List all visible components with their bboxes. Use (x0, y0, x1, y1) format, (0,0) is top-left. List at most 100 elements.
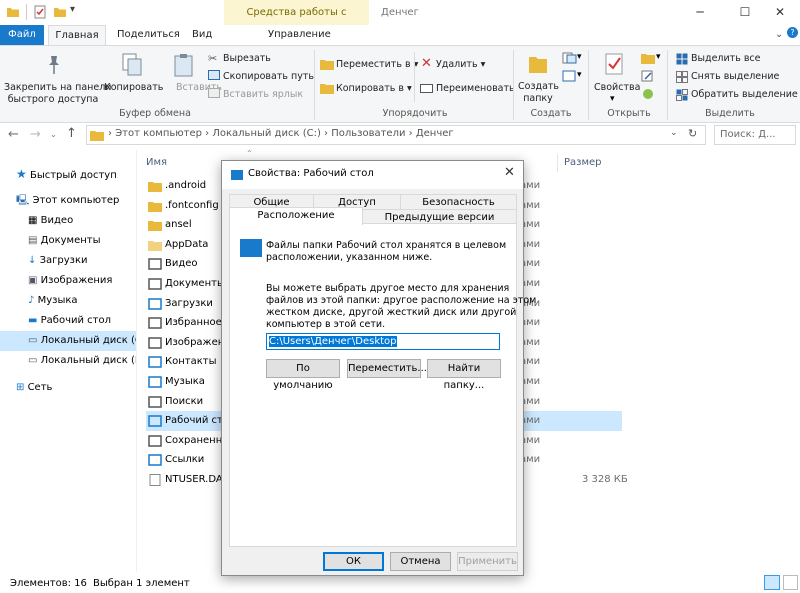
easy-access-dropdown-icon[interactable]: ▾ (577, 70, 582, 80)
move-button[interactable]: Переместить... (347, 359, 427, 378)
tab-location[interactable]: Расположение (229, 207, 363, 225)
copy-path-icon (208, 70, 220, 80)
location-path-value: C:\Users\Денчег\Desktop (269, 336, 397, 347)
special-folder-icon (148, 415, 162, 427)
details-view-icon[interactable] (764, 575, 780, 590)
file-name: Поиски (165, 395, 204, 407)
tab-view[interactable]: Вид (192, 25, 212, 45)
move-to-button[interactable]: Переместить в ▾ (336, 59, 418, 70)
rename-button[interactable]: Переименовать (436, 83, 515, 94)
address-dropdown-icon[interactable]: ⌄ (670, 128, 678, 138)
open-icon[interactable] (641, 52, 655, 64)
nav-pictures[interactable]: ▣ Изображения (28, 271, 136, 291)
location-path-input[interactable]: C:\Users\Денчег\Desktop (266, 333, 500, 350)
cancel-button[interactable]: Отмена (390, 552, 451, 571)
large-icons-view-icon[interactable] (783, 575, 798, 590)
special-folder-icon (148, 435, 162, 447)
paste-shortcut-button[interactable]: Вставить ярлык (223, 89, 303, 100)
find-folder-button[interactable]: Найти папку... (427, 359, 501, 391)
maximize-button[interactable]: ☐ (725, 0, 765, 25)
dialog-close-button[interactable]: ✕ (504, 165, 515, 180)
apply-button[interactable]: Применить (457, 552, 518, 571)
nav-quick-access[interactable]: ★ Быстрый доступ (16, 164, 136, 184)
new-folder-icon[interactable] (53, 5, 67, 19)
move-to-label: Переместить в (336, 59, 411, 70)
recent-dropdown-icon[interactable]: ⌄ (50, 130, 57, 139)
nav-videos-label: Видео (40, 215, 74, 226)
search-input[interactable]: Поиск: Д... (714, 125, 796, 145)
properties-icon[interactable] (33, 5, 47, 19)
window-title: Денчег (381, 7, 419, 18)
computer-icon: 🖳 (16, 195, 30, 206)
nav-documents[interactable]: ▤ Документы (28, 231, 136, 251)
qa-dropdown-icon[interactable]: ▾ (70, 4, 75, 15)
ok-button[interactable]: ОК (323, 552, 384, 571)
folder-icon (148, 240, 162, 251)
tab-home[interactable]: Главная (48, 25, 106, 46)
cut-button[interactable]: Вырезать (223, 53, 271, 64)
special-folder-icon (148, 297, 162, 310)
properties-icon (605, 53, 623, 75)
info-line-1: Файлы папки Рабочий стол хранятся в целе… (266, 240, 507, 251)
close-button[interactable]: ✕ (760, 0, 800, 25)
desktop-folder-icon (231, 170, 243, 180)
breadcrumb-drive-c[interactable]: Локальный диск (C:) (212, 128, 321, 139)
back-arrow-icon[interactable]: ← (8, 127, 19, 142)
select-all-button[interactable]: Выделить все (691, 53, 761, 64)
invert-selection-button[interactable]: Обратить выделение (691, 89, 798, 100)
properties-dialog: Свойства: Рабочий стол ✕ Общие Доступ Бе… (221, 160, 536, 576)
nav-downloads[interactable]: ↓ Загрузки (28, 251, 136, 271)
paste-icon (174, 54, 193, 77)
properties-button[interactable]: Свойства (594, 82, 640, 93)
copy-path-button[interactable]: Скопировать путь (223, 71, 314, 82)
new-folder-button[interactable]: Создать папку (518, 81, 559, 105)
ribbon-separator (588, 50, 589, 120)
file-name: .android (165, 180, 207, 191)
nav-desktop[interactable]: ▬ Рабочий стол (28, 311, 136, 331)
desktop-icon: ▬ (28, 315, 38, 326)
pin-quick-access-button[interactable]: Закрепить на панели быстрого доступа (4, 82, 111, 106)
nav-desktop-label: Рабочий стол (40, 315, 112, 326)
nav-downloads-label: Загрузки (39, 255, 88, 266)
new-item-icon[interactable] (562, 52, 578, 64)
up-arrow-icon[interactable]: ↑ (66, 126, 77, 141)
breadcrumb-this-pc[interactable]: Этот компьютер (115, 128, 202, 139)
file-name: Видео (165, 258, 198, 270)
location-info-text: Файлы папки Рабочий стол хранятся в целе… (266, 240, 506, 264)
refresh-icon[interactable]: ↻ (688, 127, 697, 140)
tab-manage[interactable]: Управление (268, 25, 331, 45)
ribbon-separator (414, 52, 415, 102)
new-item-dropdown-icon[interactable]: ▾ (577, 52, 582, 62)
nav-network[interactable]: ⊞ Сеть (16, 378, 136, 398)
nav-music[interactable]: ♪ Музыка (28, 291, 136, 311)
default-button[interactable]: По умолчанию (266, 359, 340, 391)
copy-button[interactable]: Копировать (104, 82, 163, 93)
nav-drive-e[interactable]: ▭ Локальный диск (E:) (28, 351, 136, 371)
history-icon[interactable] (641, 88, 655, 100)
minimize-button[interactable]: ─ (680, 0, 720, 25)
select-none-button[interactable]: Снять выделение (691, 71, 779, 82)
delete-button[interactable]: Удалить ▾ (436, 59, 485, 70)
ribbon-expand-icon[interactable]: ⌄ (775, 29, 783, 40)
group-clipboard-label: Буфер обмена (119, 108, 191, 119)
tab-file[interactable]: Файл (0, 25, 44, 45)
tab-share[interactable]: Поделиться (117, 25, 180, 45)
tab-security[interactable]: Безопасность (400, 194, 517, 210)
forward-arrow-icon[interactable]: → (30, 127, 41, 142)
help-icon[interactable]: ? (787, 27, 798, 38)
column-header-name[interactable]: Имя (146, 154, 167, 172)
folder-icon (7, 8, 19, 17)
nav-videos[interactable]: ▦ Видео (28, 211, 136, 231)
nav-drive-c[interactable]: ▭ Локальный диск (C:) (0, 331, 136, 351)
column-header-size[interactable]: Размер (564, 154, 602, 172)
edit-icon[interactable] (641, 70, 655, 82)
copy-to-button[interactable]: Копировать в ▾ (336, 83, 412, 94)
breadcrumb-users[interactable]: Пользователи (331, 128, 405, 139)
properties-dropdown-icon[interactable]: ▾ (610, 94, 615, 104)
breadcrumb-current[interactable]: Денчег (416, 128, 454, 139)
easy-access-icon[interactable] (562, 70, 578, 82)
open-dropdown-icon[interactable]: ▾ (656, 52, 661, 62)
nav-this-pc[interactable]: 🖳 Этот компьютер (16, 191, 136, 211)
nav-divider (136, 150, 137, 572)
drive-icon: ▭ (28, 355, 38, 366)
